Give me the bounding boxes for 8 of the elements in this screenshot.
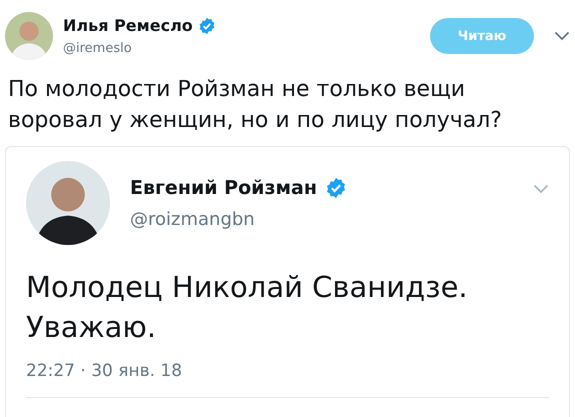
author-name[interactable]: Илья Ремесло (63, 16, 193, 35)
quoted-tweet-text: Молодец Николай Сванидзе. Уважаю. (26, 269, 469, 346)
author-handle[interactable]: @roizmangbn (130, 208, 347, 230)
author-handle[interactable]: @iremeslo (63, 41, 216, 56)
tweet-text: По молодости Ройзман не только вещи воровал у женщин, но и по лицу получал? (7, 76, 503, 135)
tweet-timestamp[interactable]: 22:27 · 30 янв. 18 (26, 361, 549, 381)
author-name[interactable]: Евгений Ройзман (130, 176, 317, 198)
chevron-down-icon[interactable] (554, 31, 570, 41)
